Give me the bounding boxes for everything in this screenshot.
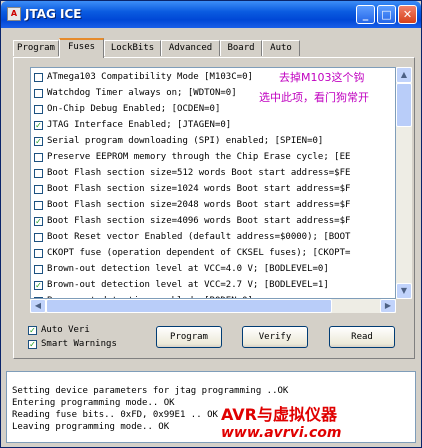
annotation-remove-m103: 去掉M103这个钩	[279, 69, 365, 85]
annotation-watchdog: 选中此项，看门狗常开	[259, 89, 369, 105]
read-button[interactable]: Read	[329, 326, 395, 348]
fuse-row[interactable]: Brown-out detection level at VCC=4.0 V; …	[31, 262, 395, 277]
maximize-button[interactable]: □	[377, 5, 396, 24]
fuse-row[interactable]: Boot Reset vector Enabled (default addre…	[31, 230, 395, 245]
fuse-checkbox[interactable]: ✓	[34, 217, 43, 226]
fuse-row[interactable]: CKOPT fuse (operation dependent of CKSEL…	[31, 246, 395, 261]
fuse-checkbox[interactable]: ✓	[34, 137, 43, 146]
log-line: Entering programming mode.. OK	[12, 398, 175, 408]
fuse-label: Boot Flash section size=4096 words Boot …	[47, 216, 351, 226]
scroll-right-button[interactable]: ▶	[380, 299, 396, 313]
fuse-checkbox[interactable]	[34, 233, 43, 242]
fuse-checkbox[interactable]	[34, 153, 43, 162]
app-window: A JTAG ICE _ □ ✕ Program Fuses LockBits …	[0, 0, 422, 448]
horizontal-scrollbar[interactable]: ◀ ▶	[30, 299, 396, 313]
fuse-label: CKOPT fuse (operation dependent of CKSEL…	[47, 248, 351, 258]
title-bar[interactable]: A JTAG ICE _ □ ✕	[1, 1, 421, 28]
log-output[interactable]: Setting device parameters for jtag progr…	[6, 371, 416, 443]
fuse-checkbox[interactable]	[34, 249, 43, 258]
verify-button[interactable]: Verify	[242, 326, 308, 348]
minimize-button[interactable]: _	[356, 5, 375, 24]
fuse-checkbox[interactable]	[34, 201, 43, 210]
tab-lockbits[interactable]: LockBits	[104, 40, 161, 56]
watermark: AVR与虚拟仪器 www.avrvi.com	[221, 401, 341, 441]
tab-advanced[interactable]: Advanced	[161, 40, 220, 56]
window-title: JTAG ICE	[25, 7, 82, 21]
fuse-label: On-Chip Debug Enabled; [OCDEN=0]	[47, 104, 221, 114]
smart-warnings-checkbox[interactable]: ✓	[28, 340, 37, 349]
fuse-row[interactable]: Boot Flash section size=2048 words Boot …	[31, 198, 395, 213]
close-button[interactable]: ✕	[398, 5, 417, 24]
fuse-row[interactable]: Boot Flash section size=512 words Boot s…	[31, 166, 395, 181]
hscroll-thumb[interactable]	[46, 299, 332, 313]
fuse-checkbox[interactable]: ✓	[34, 121, 43, 130]
fuse-row[interactable]: ✓ Brown-out detection level at VCC=2.7 V;…	[31, 278, 395, 293]
tab-program[interactable]: Program	[13, 40, 59, 56]
watermark-brand: AVR与虚拟仪器	[221, 405, 338, 424]
fuse-label: Brown-out detection level at VCC=4.0 V; …	[47, 264, 329, 274]
fuse-row[interactable]: Preserve EEPROM memory through the Chip …	[31, 150, 395, 165]
scroll-up-button[interactable]: ▲	[396, 67, 412, 83]
auto-verify-checkbox[interactable]: ✓	[28, 326, 37, 335]
scroll-down-button[interactable]: ▼	[396, 283, 412, 299]
fuse-checkbox[interactable]	[34, 265, 43, 274]
fuse-label: Boot Flash section size=1024 words Boot …	[47, 184, 351, 194]
scroll-left-button[interactable]: ◀	[30, 299, 46, 313]
fuse-label: Boot Reset vector Enabled (default addre…	[47, 232, 351, 242]
fuse-checkbox[interactable]	[34, 185, 43, 194]
log-line: Leaving programming mode.. OK	[12, 422, 170, 432]
fuse-row[interactable]: ✓ Serial program downloading (SPI) enable…	[31, 134, 395, 149]
smart-warnings-label: Smart Warnings	[41, 339, 117, 349]
fuse-row[interactable]: Boot Flash section size=1024 words Boot …	[31, 182, 395, 197]
tab-auto[interactable]: Auto	[262, 40, 300, 56]
fuse-row[interactable]: ✓ JTAG Interface Enabled; [JTAGEN=0]	[31, 118, 395, 133]
fuse-checkbox[interactable]	[34, 89, 43, 98]
fuse-checkbox[interactable]	[34, 105, 43, 114]
fuse-row[interactable]: ✓ Boot Flash section size=4096 words Boot…	[31, 214, 395, 229]
fuse-checkbox[interactable]	[34, 73, 43, 82]
fuse-label: Boot Flash section size=2048 words Boot …	[47, 200, 351, 210]
program-button[interactable]: Program	[156, 326, 222, 348]
fuse-label: Preserve EEPROM memory through the Chip …	[47, 152, 351, 162]
fuse-checkbox[interactable]: ✓	[34, 281, 43, 290]
log-line: Reading fuse bits.. 0xFD, 0x99E1 .. OK	[12, 410, 218, 420]
tab-fuses[interactable]: Fuses	[59, 38, 104, 58]
fuse-label: Boot Flash section size=512 words Boot s…	[47, 168, 351, 178]
auto-verify-label: Auto Veri	[41, 325, 90, 335]
tab-board[interactable]: Board	[220, 40, 262, 56]
app-icon: A	[7, 7, 21, 21]
fuse-label: ATmega103 Compatibility Mode [M103C=0]	[47, 72, 253, 82]
log-line: Setting device parameters for jtag progr…	[12, 386, 289, 396]
fuse-label: Watchdog Timer always on; [WDTON=0]	[47, 88, 237, 98]
fuse-checkbox[interactable]	[34, 169, 43, 178]
watermark-url: www.avrvi.com	[221, 425, 342, 441]
fuse-label: Serial program downloading (SPI) enabled…	[47, 136, 324, 146]
vertical-scrollbar[interactable]: ▲ ▼	[396, 67, 412, 299]
fuse-label: JTAG Interface Enabled; [JTAGEN=0]	[47, 120, 232, 130]
fuse-label: Brown-out detection level at VCC=2.7 V; …	[47, 280, 329, 290]
scroll-thumb[interactable]	[396, 83, 412, 127]
